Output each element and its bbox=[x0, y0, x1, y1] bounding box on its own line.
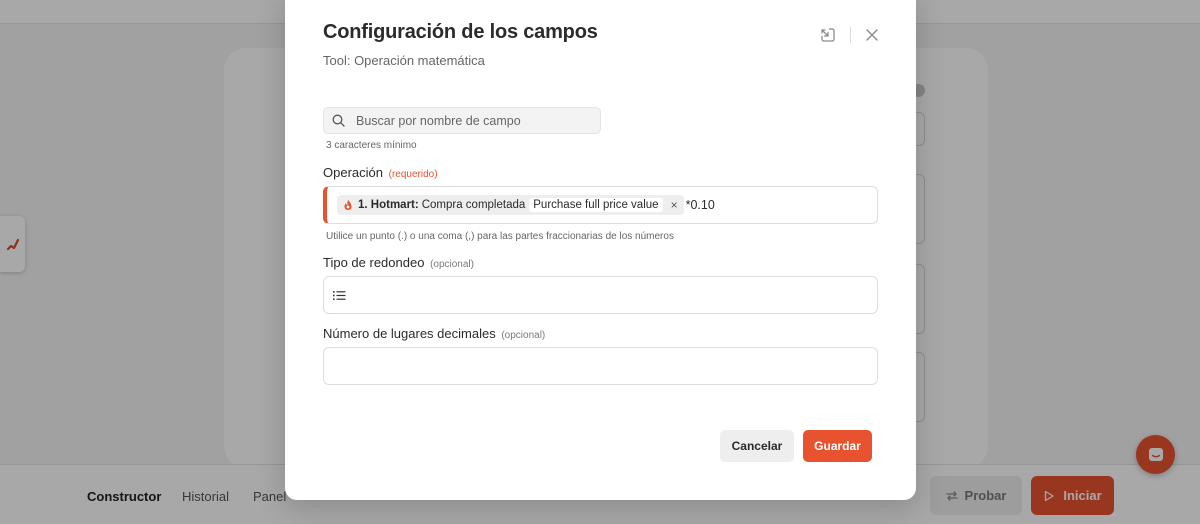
rounding-label: Tipo de redondeo (opcional) bbox=[323, 255, 474, 270]
field-config-modal: Configuración de los campos Tool: Operac… bbox=[285, 0, 916, 500]
operation-label-text: Operación bbox=[323, 165, 383, 180]
open-external-button[interactable] bbox=[818, 25, 838, 45]
header-divider bbox=[850, 27, 851, 43]
optional-tag: (opcional) bbox=[501, 330, 546, 341]
search-hint: 3 caracteres mínimo bbox=[326, 140, 417, 151]
chip-variable-name: Purchase full price value bbox=[529, 198, 663, 212]
variable-chip[interactable]: 1. Hotmart: Compra completada Purchase f… bbox=[337, 195, 684, 215]
modal-header-actions bbox=[818, 24, 882, 46]
search-input[interactable] bbox=[356, 113, 586, 128]
hotmart-flame-icon bbox=[344, 200, 352, 210]
list-icon bbox=[333, 290, 346, 300]
decimals-label: Número de lugares decimales (opcional) bbox=[323, 326, 545, 341]
operation-label: Operación (requerido) bbox=[323, 165, 438, 180]
close-icon bbox=[866, 29, 878, 41]
chip-app-name: 1. Hotmart: bbox=[358, 199, 419, 211]
modal-subtitle: Tool: Operación matemática bbox=[323, 53, 485, 68]
modal-title: Configuración de los campos bbox=[323, 21, 598, 43]
cancel-button[interactable]: Cancelar bbox=[720, 430, 794, 462]
operation-hint: Utilice un punto (.) o una coma (,) para… bbox=[326, 231, 674, 242]
operation-input[interactable]: 1. Hotmart: Compra completada Purchase f… bbox=[323, 186, 878, 224]
decimals-input[interactable] bbox=[324, 348, 877, 384]
open-external-icon bbox=[821, 28, 835, 42]
required-tag: (requerido) bbox=[388, 169, 438, 180]
decimals-field[interactable] bbox=[323, 347, 878, 385]
rounding-select[interactable] bbox=[323, 276, 878, 314]
optional-tag: (opcional) bbox=[430, 259, 474, 270]
close-button[interactable] bbox=[862, 25, 882, 45]
save-button[interactable]: Guardar bbox=[803, 430, 872, 462]
operation-expression-suffix: *0.10 bbox=[685, 198, 715, 212]
chip-event-name: Compra completada bbox=[421, 199, 526, 211]
search-icon bbox=[332, 114, 345, 127]
chip-remove-icon[interactable]: × bbox=[671, 198, 678, 212]
decimals-label-text: Número de lugares decimales bbox=[323, 326, 496, 341]
field-search[interactable] bbox=[323, 107, 601, 134]
rounding-label-text: Tipo de redondeo bbox=[323, 255, 425, 270]
